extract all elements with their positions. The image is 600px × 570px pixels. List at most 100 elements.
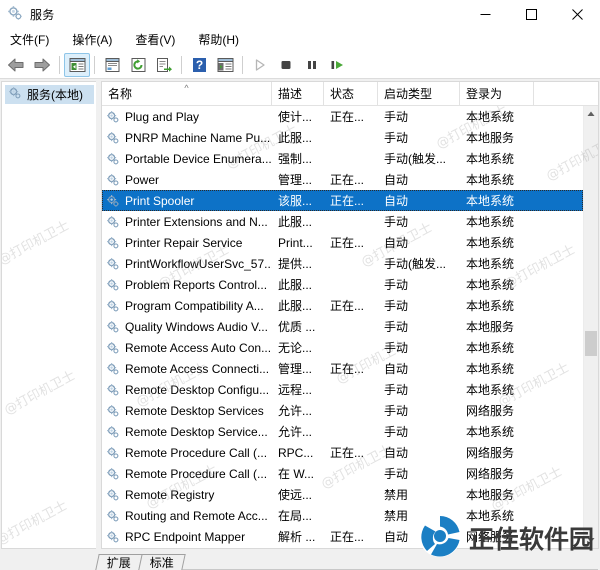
table-row[interactable]: Printer Extensions and N... 此服... 手动 本地系统	[102, 211, 583, 232]
forward-button[interactable]	[29, 53, 55, 77]
cell-logon: 本地系统	[466, 152, 515, 166]
content-area: 服务(本地) @打印机卫士 @打印机卫士 @打印机卫士 名称 ^ 描述 状态 启…	[0, 79, 600, 549]
tree-node-services-local[interactable]: 服务(本地)	[5, 85, 94, 104]
cell-logon: 本地系统	[466, 299, 515, 313]
service-name-label: Problem Reports Control...	[125, 277, 268, 292]
maximize-button[interactable]	[508, 0, 554, 28]
table-row[interactable]: Portable Device Enumera... 强制... 手动(触发... 本…	[102, 148, 583, 169]
watermark-text: @打印机卫士	[1, 218, 72, 269]
services-window: 服务 文件(F) 操作(A) 查看(V) 帮助(H) ? 服务(本地) @打印机…	[0, 0, 600, 570]
cell-desc: 该服...	[278, 194, 313, 208]
table-row[interactable]: Quality Windows Audio V... 优质 ... 手动 本地服务	[102, 316, 583, 337]
table-row[interactable]: Program Compatibility A... 此服... 正在... 手动 本地…	[102, 295, 583, 316]
table-row[interactable]: Plug and Play 使计... 正在... 手动 本地系统	[102, 106, 583, 127]
table-row[interactable]: Problem Reports Control... 此服... 手动 本地系统	[102, 274, 583, 295]
scroll-down-icon[interactable]	[584, 532, 598, 548]
service-name-label: Program Compatibility A...	[125, 298, 264, 313]
show-action-pane-button[interactable]	[212, 53, 238, 77]
title-bar: 服务	[0, 0, 600, 28]
cell-name: Remote Access Connecti...	[102, 362, 272, 376]
table-row[interactable]: Remote Procedure Call (... RPC... 正在... 自动 网…	[102, 442, 583, 463]
pause-service-button[interactable]	[299, 53, 325, 77]
cell-desc: 管理...	[278, 173, 313, 187]
start-service-button[interactable]	[247, 53, 273, 77]
cell-logon: 本地系统	[466, 278, 515, 292]
menu-action[interactable]: 操作(A)	[72, 29, 123, 50]
cell-startup: 手动	[384, 425, 409, 439]
table-row[interactable]: RPC Endpoint Mapper 解析 ... 正在... 自动 网络服务	[102, 526, 583, 547]
table-row[interactable]: Printer Repair Service Print... 正在... 自动 本地系…	[102, 232, 583, 253]
refresh-button[interactable]	[125, 53, 151, 77]
tab-standard[interactable]: 标准	[138, 554, 186, 570]
service-name-label: PNRP Machine Name Pu...	[125, 130, 271, 145]
table-row[interactable]: Remote Desktop Configu... 远程... 手动 本地系统	[102, 379, 583, 400]
table-row[interactable]: Power 管理... 正在... 自动 本地系统	[102, 169, 583, 190]
table-row[interactable]: Remote Desktop Services 允许... 手动 网络服务	[102, 400, 583, 421]
tree-node-label: 服务(本地)	[27, 88, 83, 102]
table-row[interactable]: PNRP Machine Name Pu... 此服... 手动 本地服务	[102, 127, 583, 148]
column-header-name[interactable]: 名称 ^	[102, 82, 272, 105]
cell-name: Quality Windows Audio V...	[102, 320, 272, 334]
table-row[interactable]: PrintWorkflowUserSvc_57... 提供... 手动(触发... 本…	[102, 253, 583, 274]
table-row[interactable]: Remote Access Auto Con... 无论... 手动 本地系统	[102, 337, 583, 358]
minimize-button[interactable]	[462, 0, 508, 28]
service-gear-icon	[106, 404, 120, 418]
close-button[interactable]	[554, 0, 600, 28]
service-gear-icon	[106, 110, 120, 124]
service-gear-icon	[106, 194, 120, 208]
cell-startup: 手动	[384, 341, 409, 355]
service-name-label: Remote Access Auto Con...	[125, 340, 272, 355]
table-row[interactable]: Print Spooler 该服... 正在... 自动 本地系统	[102, 190, 583, 211]
service-gear-icon	[106, 383, 120, 397]
service-name-label: Remote Registry	[125, 487, 215, 502]
scroll-up-icon[interactable]	[584, 106, 598, 122]
properties-button[interactable]	[99, 53, 125, 77]
cell-name: Power	[102, 173, 272, 187]
column-label: 描述	[278, 87, 303, 101]
tab-extended[interactable]: 扩展	[95, 554, 143, 570]
cell-status: 正在...	[330, 299, 365, 313]
menu-view[interactable]: 查看(V)	[135, 29, 186, 50]
column-header-status[interactable]: 状态	[324, 82, 378, 105]
cell-name: Printer Repair Service	[102, 236, 272, 250]
cell-name: Remote Access Auto Con...	[102, 341, 272, 355]
vertical-scrollbar[interactable]	[583, 106, 598, 548]
service-name-label: Portable Device Enumera...	[125, 151, 272, 166]
cell-startup: 手动(触发...	[384, 152, 446, 166]
cell-desc: 此服...	[278, 278, 313, 292]
menu-file[interactable]: 文件(F)	[10, 29, 60, 50]
show-hide-tree-button[interactable]	[64, 52, 90, 77]
column-header-description[interactable]: 描述	[272, 82, 324, 105]
service-gear-icon	[106, 236, 120, 250]
help-button[interactable]: ?	[186, 53, 212, 77]
cell-startup: 手动(触发...	[384, 257, 446, 271]
column-header-log-on-as[interactable]: 登录为	[460, 82, 534, 105]
table-row[interactable]: Routing and Remote Acc... 在局... 禁用 本地系统	[102, 505, 583, 526]
window-controls	[462, 0, 600, 28]
scrollbar-thumb[interactable]	[585, 331, 597, 356]
table-row[interactable]: Remote Access Connecti... 管理... 正在... 自动 本地系…	[102, 358, 583, 379]
service-name-label: RPC Endpoint Mapper	[125, 529, 246, 544]
service-name-label: Routing and Remote Acc...	[125, 508, 268, 523]
column-header-startup-type[interactable]: 启动类型	[378, 82, 460, 105]
export-list-button[interactable]	[151, 53, 177, 77]
back-button[interactable]	[3, 53, 29, 77]
cell-startup: 手动	[384, 131, 409, 145]
cell-logon: 网络服务	[466, 446, 515, 460]
cell-logon: 本地系统	[466, 194, 515, 208]
cell-desc: 无论...	[278, 341, 313, 355]
column-header-spacer[interactable]	[534, 82, 598, 105]
stop-service-button[interactable]	[273, 53, 299, 77]
table-row[interactable]: Remote Procedure Call (... 在 W... 手动 网络服务	[102, 463, 583, 484]
table-row[interactable]: Remote Registry 使远... 禁用 本地服务	[102, 484, 583, 505]
service-name-label: Remote Desktop Configu...	[125, 382, 270, 397]
restart-service-button[interactable]	[325, 53, 351, 77]
cell-status: 正在...	[330, 362, 365, 376]
cell-startup: 手动	[384, 278, 409, 292]
table-row[interactable]: Remote Desktop Service... 允许... 手动 本地系统	[102, 421, 583, 442]
service-name-label: Remote Procedure Call (...	[125, 466, 268, 481]
menu-help[interactable]: 帮助(H)	[198, 29, 250, 50]
cell-logon: 网络服务	[466, 530, 515, 544]
service-gear-icon	[106, 509, 120, 523]
cell-logon: 本地系统	[466, 236, 515, 250]
